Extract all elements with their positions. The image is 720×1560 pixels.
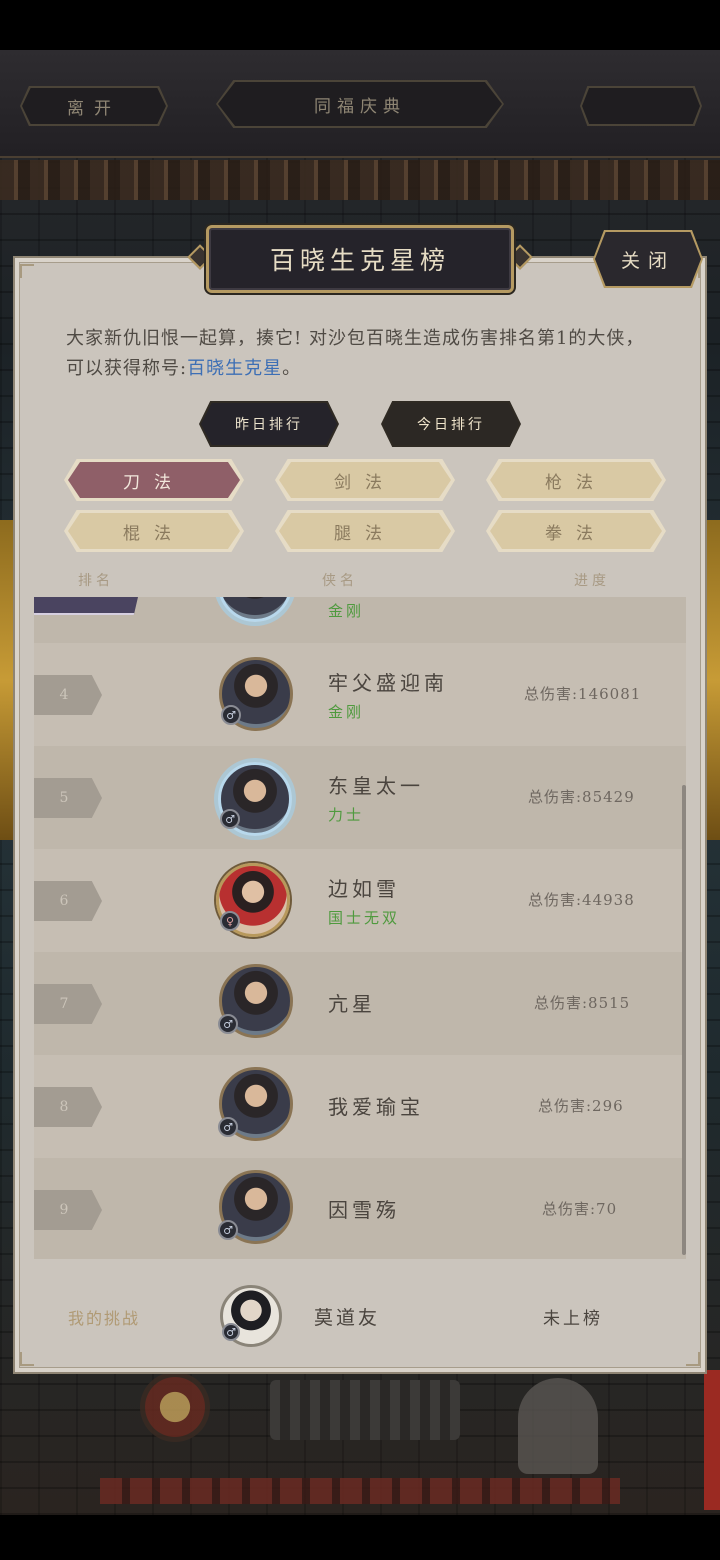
red-banner-decoration — [704, 1370, 720, 1510]
my-name: 莫道友 — [314, 1307, 381, 1329]
dialog-title: 百晓生克星榜 — [206, 225, 514, 293]
player-name: 我爱瑜宝 — [328, 1095, 424, 1119]
category-blade[interactable]: 刀法 — [68, 462, 240, 498]
column-progress: 进度 — [574, 573, 610, 589]
list-scrollbar[interactable] — [682, 785, 686, 1255]
player-title: 力士 — [328, 806, 365, 824]
rank-badge: 9 — [34, 1190, 102, 1230]
stone-lion-decoration — [518, 1378, 598, 1474]
category-spear[interactable]: 枪法 — [490, 462, 662, 498]
ranking-list[interactable]: 金刚 4 ♂ 牢父盛迎南 金刚 总伤害:146081 5 ♂ 东皇太一 力士 总… — [34, 597, 686, 1259]
tab-yesterday[interactable]: 昨日排行 — [201, 403, 337, 445]
category-staff[interactable]: 棍法 — [68, 513, 240, 549]
my-rank-status: 未上榜 — [543, 1309, 603, 1329]
player-name: 亢星 — [328, 992, 376, 1016]
table-row[interactable]: 8 ♂ 我爱瑜宝 总伤害:296 — [34, 1055, 686, 1158]
description-end: 。 — [282, 358, 302, 379]
male-icon: ♂ — [221, 705, 241, 725]
rank-badge: 4 — [34, 675, 102, 715]
player-name: 因雪殇 — [328, 1198, 400, 1222]
category-leg[interactable]: 腿法 — [279, 513, 451, 549]
roof-decoration — [0, 160, 720, 200]
male-icon: ♂ — [220, 809, 240, 829]
player-damage: 总伤害:8515 — [534, 994, 631, 1012]
player-title: 国士无双 — [328, 909, 401, 927]
right-pillar-decoration — [706, 520, 720, 840]
corner-ornament — [20, 1352, 34, 1366]
column-rank: 排名 — [78, 573, 114, 589]
description-text: 大家新仇旧恨一起算，揍它! 对沙包百晓生造成伤害排名第1的大侠，可以获得称号: — [66, 328, 645, 379]
avatar — [218, 597, 292, 622]
player-title: 金刚 — [328, 602, 365, 620]
dialog-description: 大家新仇旧恨一起算，揍它! 对沙包百晓生造成伤害排名第1的大侠，可以获得称号:百… — [66, 324, 646, 384]
category-sword[interactable]: 剑法 — [279, 462, 451, 498]
player-name: 东皇太一 — [328, 774, 424, 798]
event-title: 同福庆典 — [218, 82, 502, 126]
male-icon: ♂ — [218, 1220, 238, 1240]
left-pillar-decoration — [0, 520, 14, 840]
category-fist[interactable]: 拳法 — [490, 513, 662, 549]
table-row[interactable]: 9 ♂ 因雪殇 总伤害:70 — [34, 1158, 686, 1259]
rank-badge-partial — [34, 597, 138, 615]
player-name: 牢父盛迎南 — [328, 671, 448, 695]
status-bar-area — [0, 0, 720, 50]
player-damage: 总伤害:296 — [538, 1097, 624, 1115]
male-icon: ♂ — [218, 1117, 238, 1137]
male-icon: ♂ — [218, 1014, 238, 1034]
table-row[interactable]: 4 ♂ 牢父盛迎南 金刚 总伤害:146081 — [34, 643, 686, 746]
player-damage: 总伤害:146081 — [524, 685, 642, 703]
rank-badge: 7 — [34, 984, 102, 1024]
leave-button[interactable]: 离开 — [22, 88, 166, 124]
top-right-button[interactable] — [582, 88, 700, 124]
player-title: 金刚 — [328, 703, 365, 721]
railing-decoration — [100, 1478, 620, 1504]
tab-today[interactable]: 今日排行 — [383, 403, 519, 445]
rank-badge: 5 — [34, 778, 102, 818]
female-icon: ♀ — [220, 911, 240, 931]
male-icon: ♂ — [222, 1323, 240, 1341]
table-row[interactable]: 6 ♀ 边如雪 国士无双 总伤害:44938 — [34, 849, 686, 952]
player-damage: 总伤害:85429 — [528, 788, 635, 806]
player-damage: 总伤害:70 — [542, 1200, 618, 1218]
bottom-bar-area — [0, 1515, 720, 1560]
table-row[interactable]: 5 ♂ 东皇太一 力士 总伤害:85429 — [34, 746, 686, 849]
player-name: 边如雪 — [328, 877, 400, 901]
player-damage: 总伤害:44938 — [528, 891, 635, 909]
lantern-decoration — [140, 1372, 210, 1442]
corner-ornament — [686, 1352, 700, 1366]
corner-ornament — [20, 264, 34, 278]
reward-title-link: 百晓生克星 — [187, 358, 283, 379]
close-button[interactable]: 关闭 — [595, 232, 701, 286]
eave-decoration — [270, 1380, 460, 1440]
rank-badge: 8 — [34, 1087, 102, 1127]
table-row[interactable]: 7 ♂ 亢星 总伤害:8515 — [34, 952, 686, 1055]
rank-badge: 6 — [34, 881, 102, 921]
my-challenge-label: 我的挑战 — [68, 1309, 141, 1328]
column-name: 侠名 — [322, 573, 358, 589]
